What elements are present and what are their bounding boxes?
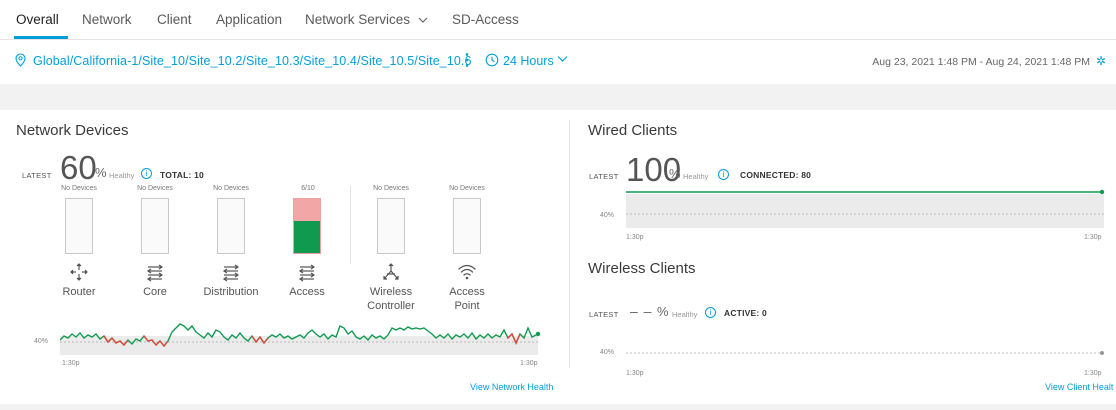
chart-threshold-band: [626, 194, 1104, 228]
access-status: 6/10: [301, 185, 315, 192]
label-line: Point: [454, 300, 480, 312]
active-count: ACTIVE: 0: [724, 308, 767, 318]
switch-icon: [222, 264, 240, 282]
x-axis-start: 1:30p: [62, 360, 80, 367]
wired-health-trend-chart[interactable]: [626, 186, 1108, 232]
wireless-controller-label: Wireless Controller: [351, 285, 431, 313]
tab-network[interactable]: Network: [82, 12, 132, 27]
section-separator: [0, 84, 1116, 110]
threshold-label: 40%: [600, 212, 615, 219]
latest-point: [1100, 351, 1104, 355]
tab-application[interactable]: Application: [216, 12, 282, 27]
active-tab-indicator: [14, 36, 68, 39]
total-devices: TOTAL: 10: [160, 170, 204, 180]
tab-overall[interactable]: Overall: [16, 12, 59, 27]
tab-client[interactable]: Client: [157, 12, 192, 27]
latest-label: LATEST: [589, 310, 619, 319]
view-client-health-link[interactable]: View Client Healt: [1045, 382, 1113, 392]
x-axis-end: 1:30p: [520, 360, 538, 367]
latest-point: [1099, 189, 1105, 195]
label-line: Controller: [367, 300, 415, 312]
x-axis-start: 1:30p: [626, 234, 644, 241]
healthy-label: Healthy: [683, 172, 709, 181]
site-path-link[interactable]: Global/California-1/Site_10/Site_10.2/Si…: [33, 54, 472, 68]
access-label: Access: [289, 286, 325, 298]
tab-bar: Overall Network Client Application Netwo…: [0, 0, 1116, 40]
percent-symbol: %: [95, 165, 107, 180]
core-status: No Devices: [137, 185, 173, 192]
info-icon[interactable]: i: [718, 169, 729, 180]
percent-symbol: %: [657, 304, 669, 319]
router-health-bar[interactable]: [65, 198, 93, 254]
more-options-icon[interactable]: ⋮: [459, 53, 475, 69]
device-group-divider: [350, 186, 351, 264]
wireless-controller-status: No Devices: [373, 185, 409, 192]
distribution-status: No Devices: [213, 185, 249, 192]
healthy-label: Healthy: [672, 310, 698, 319]
health-percent: 60: [60, 149, 97, 186]
label-line: Access: [449, 286, 485, 298]
access-point-health-bar[interactable]: [453, 198, 481, 254]
switch-icon: [298, 264, 316, 282]
x-axis-end: 1:30p: [1084, 234, 1102, 241]
wireless-controller-health-bar[interactable]: [377, 198, 405, 254]
wireless-controller-icon: [383, 263, 399, 280]
connected-count: CONNECTED: 80: [740, 170, 812, 180]
router-icon: [70, 263, 88, 281]
core-health-bar[interactable]: [141, 198, 169, 254]
network-health-trend-chart[interactable]: [60, 318, 542, 358]
view-network-health-link[interactable]: View Network Health: [470, 382, 553, 392]
gear-icon[interactable]: ✲: [1096, 54, 1106, 68]
wireless-health-trend-chart[interactable]: [626, 346, 1108, 360]
location-pin-icon: [15, 53, 26, 67]
switch-icon: [146, 264, 164, 282]
date-range: Aug 23, 2021 1:48 PM - Aug 24, 2021 1:48…: [872, 56, 1090, 68]
clock-icon: [485, 53, 499, 67]
healthy-label: Healthy: [109, 171, 135, 180]
core-label: Core: [143, 286, 167, 298]
access-health-bar[interactable]: [293, 198, 321, 254]
distribution-health-bar[interactable]: [217, 198, 245, 254]
panel-title: Network Devices: [16, 122, 129, 139]
router-status: No Devices: [61, 185, 97, 192]
x-axis-start: 1:30p: [626, 370, 644, 377]
panel-divider: [569, 120, 570, 368]
access-unhealthy-fill: [294, 199, 320, 221]
latest-point: [535, 331, 541, 337]
location-bar: Global/California-1/Site_10/Site_10.2/Si…: [0, 41, 1116, 83]
section-separator: [0, 404, 1116, 410]
chevron-down-icon: [418, 17, 428, 23]
distribution-label: Distribution: [203, 286, 259, 298]
wifi-icon: [458, 264, 476, 280]
access-point-label: Access Point: [427, 285, 507, 313]
latest-label: LATEST: [589, 172, 619, 181]
tab-network-services-label: Network Services: [305, 12, 411, 27]
threshold-label: 40%: [600, 349, 615, 356]
info-icon[interactable]: i: [141, 168, 152, 179]
time-range-selector[interactable]: 24 Hours: [503, 54, 554, 68]
panel-title: Wired Clients: [588, 122, 678, 139]
percent-symbol: %: [669, 166, 681, 181]
tab-sd-access[interactable]: SD-Access: [452, 12, 519, 27]
label-line: Wireless: [369, 286, 413, 298]
latest-label: LATEST: [22, 171, 52, 180]
threshold-label: 40%: [34, 338, 49, 345]
tab-network-services[interactable]: Network Services: [305, 12, 428, 27]
health-percent: – –: [630, 303, 653, 319]
access-healthy-fill: [294, 220, 320, 253]
router-label: Router: [62, 286, 96, 298]
chevron-down-icon[interactable]: [557, 55, 568, 63]
info-icon[interactable]: i: [705, 307, 716, 318]
access-point-status: No Devices: [449, 185, 485, 192]
panel-title: Wireless Clients: [588, 260, 696, 277]
chart-threshold-band: [60, 336, 538, 355]
x-axis-end: 1:30p: [1084, 370, 1102, 377]
